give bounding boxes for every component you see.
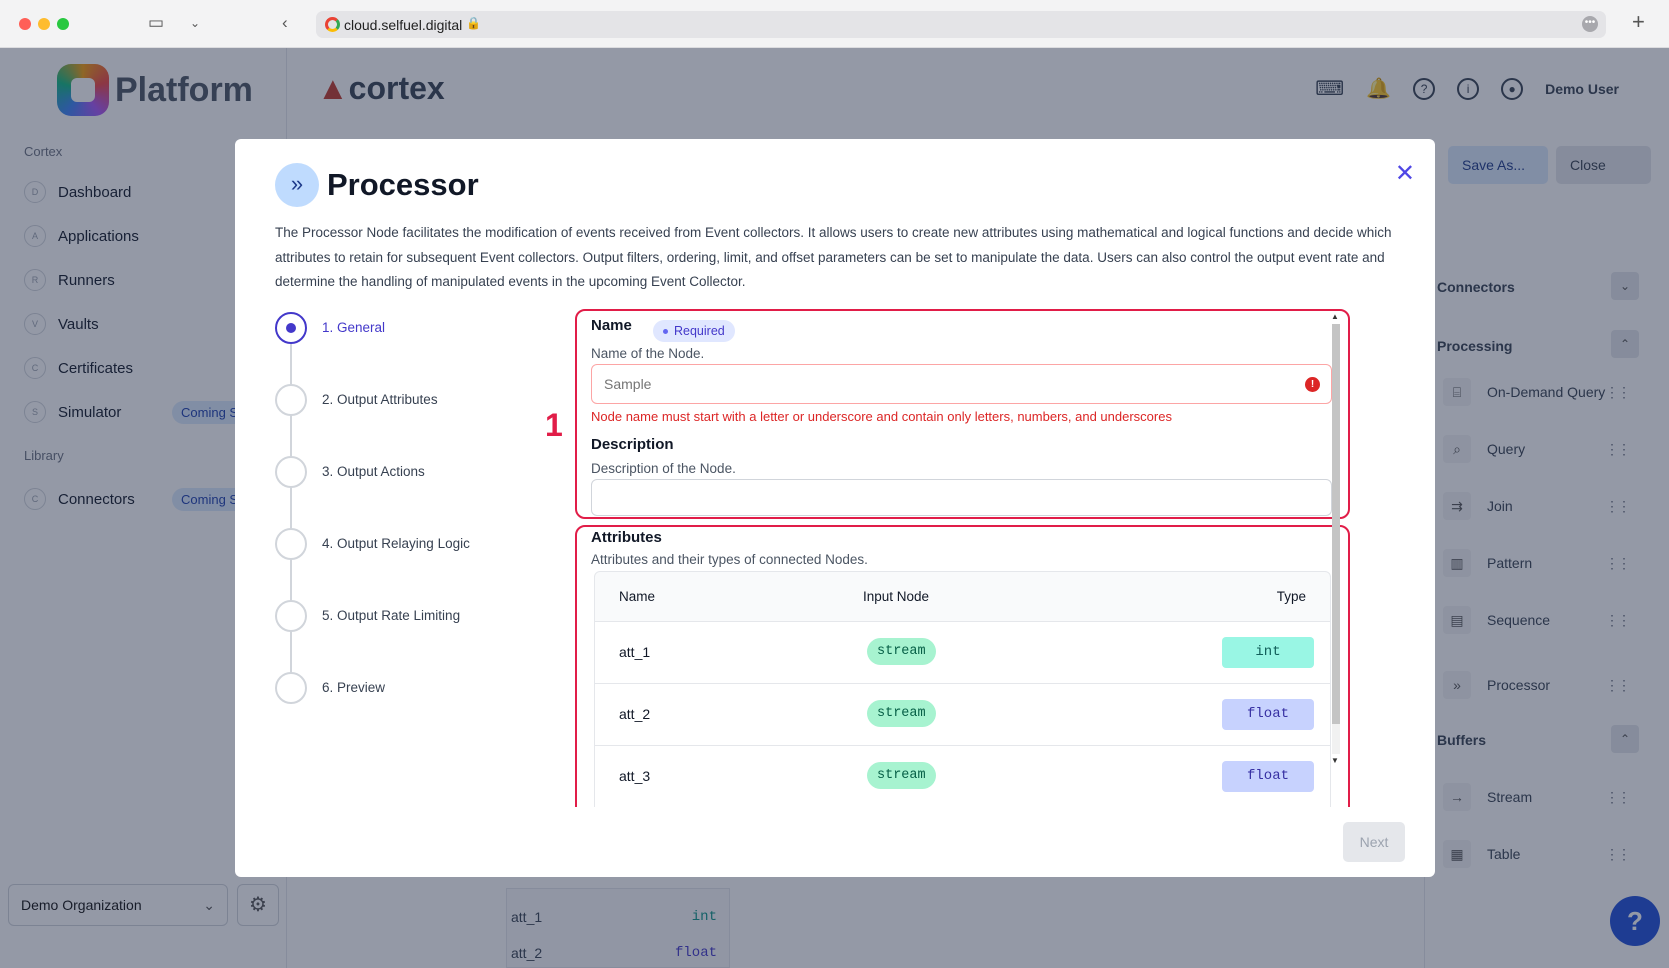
- column-header-input-node: Input Node: [863, 589, 930, 604]
- scroll-up-arrow-icon[interactable]: ▲: [1331, 312, 1339, 321]
- chevron-down-icon[interactable]: ⌄: [190, 16, 200, 30]
- sidebar-toggle-icon[interactable]: ▭: [148, 13, 164, 33]
- modal-title: Processor: [327, 167, 479, 202]
- step-circle: [275, 600, 307, 632]
- attribute-name: att_2: [619, 706, 651, 722]
- new-tab-icon[interactable]: +: [1632, 9, 1645, 35]
- step-circle: [275, 528, 307, 560]
- name-field-help: Name of the Node.: [591, 346, 705, 361]
- type-badge: float: [1222, 699, 1314, 730]
- modal-description: The Processor Node facilitates the modif…: [275, 225, 1392, 289]
- type-badge: int: [1222, 637, 1314, 668]
- scroll-down-arrow-icon[interactable]: ▼: [1331, 756, 1339, 765]
- more-icon[interactable]: •••: [1582, 16, 1598, 32]
- name-field-label: Name Required: [591, 317, 735, 342]
- scrollbar-thumb[interactable]: [1332, 324, 1340, 724]
- browser-toolbar: ▭ ⌄ ‹ cloud.selfuel.digital 🔒 ••• +: [0, 0, 1669, 48]
- minimize-window-button[interactable]: [38, 18, 50, 30]
- attributes-table: Name Input Node Type att_1 stream int at…: [594, 571, 1331, 807]
- close-icon[interactable]: ✕: [1395, 159, 1415, 188]
- back-arrow-icon[interactable]: ‹: [282, 13, 288, 33]
- attribute-name: att_3: [619, 768, 651, 784]
- close-window-button[interactable]: [19, 18, 31, 30]
- input-node-badge: stream: [867, 700, 936, 727]
- step-output-rate-limiting[interactable]: 5. Output Rate Limiting: [275, 600, 515, 632]
- step-label: 2. Output Attributes: [322, 392, 438, 407]
- step-label: 3. Output Actions: [322, 464, 425, 479]
- name-label-text: Name: [591, 317, 632, 334]
- form-scrollbar[interactable]: ▲ ▼: [1329, 312, 1343, 767]
- site-logo-icon: [325, 17, 340, 32]
- type-badge: float: [1222, 761, 1314, 792]
- error-icon: !: [1305, 377, 1320, 392]
- name-field-error: Node name must start with a letter or un…: [591, 409, 1172, 424]
- step-general[interactable]: 1. General: [275, 312, 515, 344]
- next-button[interactable]: Next: [1343, 822, 1405, 862]
- lock-icon: 🔒: [466, 16, 481, 30]
- table-row: att_1 stream int: [595, 622, 1330, 684]
- description-input[interactable]: [591, 479, 1332, 516]
- processor-modal: » Processor ✕ The Processor Node facilit…: [235, 139, 1435, 877]
- description-field-label: Description: [591, 436, 674, 453]
- table-row: att_3 stream float: [595, 746, 1330, 807]
- step-label: 1. General: [322, 320, 386, 335]
- step-circle-active: [275, 312, 307, 344]
- input-node-badge: stream: [867, 638, 936, 665]
- name-input[interactable]: [591, 364, 1332, 404]
- column-header-type: Type: [1276, 589, 1306, 604]
- attributes-help: Attributes and their types of connected …: [591, 552, 868, 567]
- step-label: 6. Preview: [322, 680, 386, 695]
- annotation-marker: 1: [545, 407, 563, 443]
- column-header-name: Name: [619, 589, 656, 604]
- step-label: 5. Output Rate Limiting: [322, 608, 461, 623]
- step-output-relaying-logic[interactable]: 4. Output Relaying Logic: [275, 528, 515, 560]
- table-header: Name Input Node Type: [595, 572, 1330, 622]
- url-text: cloud.selfuel.digital: [344, 17, 463, 33]
- attributes-box: Attributes Attributes and their types of…: [575, 525, 1350, 807]
- form-scroll-area[interactable]: Name Required Name of the Node. ! Node na…: [575, 309, 1350, 807]
- step-circle: [275, 456, 307, 488]
- attribute-name: att_1: [619, 644, 651, 660]
- table-row: att_2 stream float: [595, 684, 1330, 746]
- description-field-help: Description of the Node.: [591, 461, 736, 476]
- step-circle: [275, 384, 307, 416]
- required-badge: Required: [653, 320, 735, 342]
- step-circle: [275, 672, 307, 704]
- address-bar[interactable]: cloud.selfuel.digital 🔒 •••: [316, 11, 1606, 38]
- attributes-label: Attributes: [591, 529, 662, 546]
- maximize-window-button[interactable]: [57, 18, 69, 30]
- step-output-actions[interactable]: 3. Output Actions: [275, 456, 515, 488]
- general-fields-box: Name Required Name of the Node. ! Node na…: [575, 309, 1350, 519]
- step-output-attributes[interactable]: 2. Output Attributes: [275, 384, 515, 416]
- step-label: 4. Output Relaying Logic: [322, 536, 470, 551]
- step-preview[interactable]: 6. Preview: [275, 672, 515, 704]
- input-node-badge: stream: [867, 762, 936, 789]
- processor-icon: »: [275, 163, 319, 207]
